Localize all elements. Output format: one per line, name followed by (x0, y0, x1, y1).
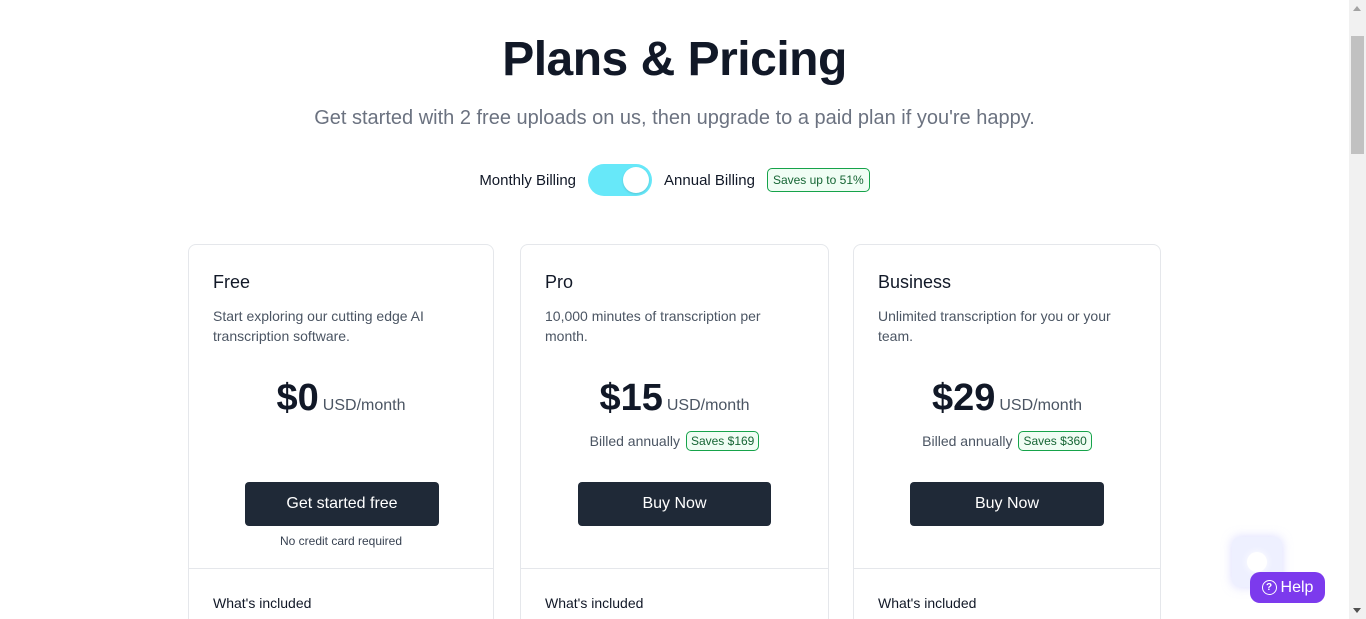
card-divider (521, 568, 828, 569)
scroll-up-arrow-icon[interactable] (1353, 6, 1361, 11)
billing-toggle[interactable] (588, 164, 653, 196)
annual-billing-label[interactable]: Annual Billing (664, 172, 755, 189)
card-divider (189, 568, 493, 569)
help-button[interactable]: ? Help (1250, 572, 1325, 603)
help-label: Help (1280, 578, 1314, 596)
plan-description: 10,000 minutes of transcription per mont… (545, 308, 761, 344)
billed-annually-label: Billed annually (589, 433, 680, 449)
toggle-knob (623, 167, 650, 193)
billed-annually-row: Billed annually Saves $360 (854, 431, 1160, 451)
get-started-free-button[interactable]: Get started free (245, 482, 439, 526)
plan-name: Free (213, 272, 251, 292)
price-row: $29 USD/month (854, 377, 1160, 420)
scrollbar-thumb[interactable] (1351, 36, 1364, 154)
plan-name: Business (878, 272, 952, 292)
buy-now-business-button[interactable]: Buy Now (910, 482, 1104, 526)
billed-annually-label: Billed annually (922, 433, 1013, 449)
vertical-scrollbar[interactable] (1349, 0, 1366, 619)
plan-description: Start exploring our cutting edge AI tran… (213, 308, 424, 344)
plan-price: $15 (599, 377, 663, 419)
price-row: $15 USD/month (521, 377, 828, 420)
whats-included-heading: What's included (213, 595, 312, 611)
plan-price: $29 (931, 377, 996, 419)
plan-price: $0 (276, 377, 319, 419)
whats-included-heading: What's included (878, 595, 977, 611)
page-subtitle: Get started with 2 free uploads on us, t… (314, 107, 1035, 129)
pricing-page: Plans & Pricing Get started with 2 free … (0, 0, 1366, 619)
plan-description: Unlimited transcription for you or your … (878, 308, 1111, 344)
billing-toggle-row: Monthly Billing Annual Billing Saves up … (0, 164, 1349, 196)
billed-annually-row: Billed annually Saves $169 (521, 431, 828, 451)
plan-card-free: Free Start exploring our cutting edge AI… (188, 244, 494, 619)
plan-savings-badge: Saves $360 (1018, 431, 1092, 451)
price-unit: USD/month (666, 397, 750, 414)
buy-now-pro-button[interactable]: Buy Now (578, 482, 771, 526)
no-credit-card-note: No credit card required (279, 534, 403, 548)
plan-card-business: Business Unlimited transcription for you… (853, 244, 1161, 619)
page-title: Plans & Pricing (502, 33, 847, 86)
savings-badge: Saves up to 51% (766, 168, 870, 192)
plan-name: Pro (545, 272, 574, 292)
plan-savings-badge: Saves $169 (685, 431, 760, 451)
whats-included-heading: What's included (545, 595, 644, 611)
scroll-down-arrow-icon[interactable] (1353, 608, 1361, 613)
price-unit: USD/month (999, 397, 1083, 414)
price-row: $0 USD/month (189, 377, 493, 420)
plan-card-pro: Pro 10,000 minutes of transcription per … (520, 244, 829, 619)
card-divider (854, 568, 1160, 569)
monthly-billing-label[interactable]: Monthly Billing (479, 172, 576, 189)
question-circle-icon: ? (1261, 580, 1277, 595)
price-unit: USD/month (322, 397, 406, 414)
